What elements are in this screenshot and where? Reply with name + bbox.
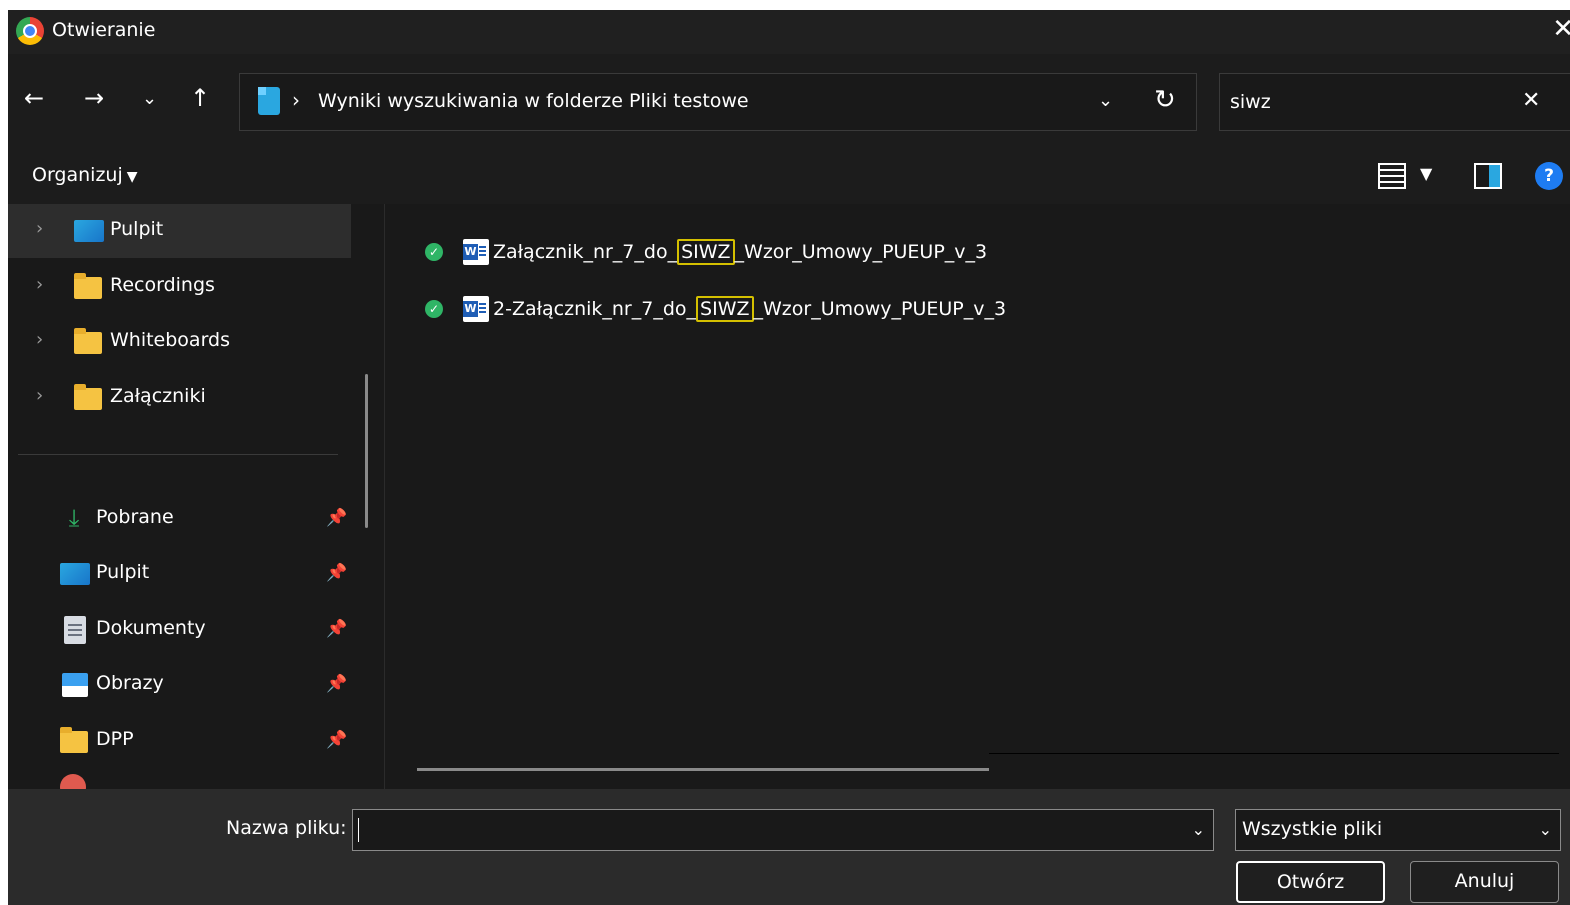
- caret-down-icon: ▼: [126, 169, 138, 185]
- filename-history-chevron-icon[interactable]: ⌄: [1192, 820, 1205, 839]
- file-type-select[interactable]: Wszystkie pliki ⌄: [1235, 809, 1561, 851]
- file-list: ✓ Załącznik_nr_7_do_SIWZ_Wzor_Umowy_PUEU…: [385, 204, 1570, 789]
- file-name-prefix: 2-Załącznik_nr_7_do_: [493, 298, 697, 320]
- file-type-value: Wszystkie pliki: [1242, 818, 1383, 840]
- synced-check-icon: ✓: [425, 300, 443, 318]
- sidebar-item-label: Dokumenty: [96, 617, 206, 639]
- window-title: Otwieranie: [52, 19, 156, 41]
- file-name[interactable]: Załącznik_nr_7_do_ SIWZ _Wzor_Umowy_PUEUP_…: [493, 239, 988, 265]
- sidebar-item-label: Pulpit: [110, 218, 164, 240]
- sidebar-item-label: Pobrane: [96, 506, 174, 528]
- quick-access-pulpit[interactable]: Pulpit 📌: [8, 547, 351, 601]
- preview-pane-icon[interactable]: [1474, 163, 1502, 189]
- file-item[interactable]: ✓ Załącznik_nr_7_do_SIWZ_Wzor_Umowy_PUEU…: [425, 235, 987, 269]
- file-type-chevron-icon[interactable]: ⌄: [1539, 820, 1552, 839]
- folder-icon: [74, 384, 102, 410]
- pin-icon[interactable]: 📌: [326, 674, 347, 694]
- help-icon[interactable]: ?: [1535, 162, 1563, 190]
- text-caret: [358, 818, 359, 842]
- search-results-folder-icon: [258, 87, 280, 115]
- sidebar-item-label: Pulpit: [96, 561, 150, 583]
- quick-access-dokumenty[interactable]: Dokumenty 📌: [8, 603, 351, 657]
- pin-icon[interactable]: 📌: [326, 563, 347, 583]
- sidebar-item-label: Obrazy: [96, 672, 164, 694]
- view-options-caret-icon[interactable]: ▼: [1420, 164, 1432, 183]
- quick-access-obrazy[interactable]: Obrazy 📌: [8, 658, 351, 712]
- word-doc-icon: [463, 239, 489, 265]
- synced-check-icon: ✓: [425, 243, 443, 261]
- search-match-highlight: SIWZ: [696, 296, 754, 322]
- expand-chevron-icon[interactable]: ›: [36, 274, 43, 295]
- cancel-button[interactable]: Anuluj: [1410, 861, 1559, 903]
- navigation-bar: ← → ⌄ ↑ › Wyniki wyszukiwania w folderze…: [8, 54, 1570, 150]
- filename-input[interactable]: ⌄: [352, 809, 1214, 851]
- file-item[interactable]: ✓ 2-Załącznik_nr_7_do_SIWZ_Wzor_Umowy_PU…: [425, 292, 1006, 326]
- documents-icon: [64, 616, 86, 644]
- file-name-suffix: _Wzor_Umowy_PUEUP_v_3: [734, 241, 988, 263]
- refresh-icon[interactable]: ↻: [1154, 85, 1176, 115]
- expand-chevron-icon[interactable]: ›: [36, 329, 43, 350]
- clear-search-icon[interactable]: ✕: [1522, 88, 1540, 113]
- folder-icon: [74, 328, 102, 354]
- organize-label: Organizuj: [32, 164, 123, 186]
- pin-icon[interactable]: 📌: [326, 508, 347, 528]
- back-arrow-icon[interactable]: ←: [24, 84, 44, 112]
- title-bar: Otwieranie ✕: [8, 10, 1570, 54]
- file-name-prefix: Załącznik_nr_7_do_: [493, 241, 678, 263]
- sidebar-item-label: Whiteboards: [110, 329, 231, 351]
- sidebar-divider: [18, 454, 338, 455]
- sidebar-item-recordings[interactable]: › Recordings: [8, 260, 351, 314]
- expand-chevron-icon[interactable]: ›: [36, 385, 43, 406]
- chrome-icon: [16, 17, 44, 45]
- address-bar[interactable]: › Wyniki wyszukiwania w folderze Pliki t…: [239, 73, 1197, 131]
- open-file-dialog: Otwieranie ✕ ← → ⌄ ↑ › Wyniki wyszukiwan…: [8, 10, 1570, 905]
- address-dropdown-chevron-icon[interactable]: ⌄: [1098, 90, 1113, 111]
- sidebar-item-label: Załączniki: [110, 385, 206, 407]
- desktop-icon: [74, 220, 104, 242]
- folder-icon: [60, 727, 88, 753]
- folder-icon: [74, 273, 102, 299]
- expand-chevron-icon[interactable]: ›: [36, 218, 43, 239]
- forward-arrow-icon[interactable]: →: [84, 84, 104, 112]
- sidebar-item-pulpit[interactable]: › Pulpit: [8, 204, 351, 258]
- navigation-pane: › Pulpit › Recordings › Whiteboards › Za…: [8, 204, 368, 789]
- quick-access-pobrane[interactable]: ⤓ Pobrane 📌: [8, 492, 351, 546]
- sidebar-item-label: Recordings: [110, 274, 215, 296]
- desktop-icon: [60, 563, 90, 585]
- breadcrumb-location[interactable]: Wyniki wyszukiwania w folderze Pliki tes…: [318, 90, 749, 112]
- command-bar: Organizuj ▼ ▼ ?: [8, 150, 1570, 204]
- partially-visible-item-icon: [60, 774, 86, 789]
- word-doc-icon: [463, 296, 489, 322]
- horizontal-scrollbar[interactable]: [417, 768, 989, 771]
- close-icon[interactable]: ✕: [1552, 14, 1570, 44]
- pin-icon[interactable]: 📌: [326, 619, 347, 639]
- up-arrow-icon[interactable]: ↑: [190, 84, 210, 112]
- sidebar-scrollbar[interactable]: [365, 374, 368, 528]
- sidebar-item-label: DPP: [96, 728, 134, 750]
- content-divider: [989, 753, 1559, 754]
- details-view-icon[interactable]: [1378, 163, 1406, 189]
- search-match-highlight: SIWZ: [677, 239, 735, 265]
- search-box[interactable]: siwz ✕: [1219, 73, 1570, 131]
- organize-button[interactable]: Organizuj ▼: [32, 164, 138, 186]
- breadcrumb-chevron-icon[interactable]: ›: [292, 88, 300, 112]
- file-name[interactable]: 2-Załącznik_nr_7_do_ SIWZ _Wzor_Umowy_PUEU…: [493, 296, 1007, 322]
- quick-access-dpp[interactable]: DPP 📌: [8, 714, 351, 768]
- sidebar-item-whiteboards[interactable]: › Whiteboards: [8, 315, 351, 369]
- dialog-footer: Nazwa pliku: ⌄ Wszystkie pliki ⌄ Otwórz …: [8, 789, 1570, 905]
- recent-locations-chevron-icon[interactable]: ⌄: [142, 88, 157, 109]
- pin-icon[interactable]: 📌: [326, 730, 347, 750]
- filename-label: Nazwa pliku:: [226, 817, 347, 839]
- search-input[interactable]: siwz: [1230, 91, 1271, 113]
- file-name-suffix: _Wzor_Umowy_PUEUP_v_3: [753, 298, 1007, 320]
- download-icon: ⤓: [68, 504, 80, 532]
- sidebar-item-zalaczniki[interactable]: › Załączniki: [8, 371, 351, 425]
- open-button[interactable]: Otwórz: [1236, 861, 1385, 903]
- pictures-icon: [62, 673, 88, 697]
